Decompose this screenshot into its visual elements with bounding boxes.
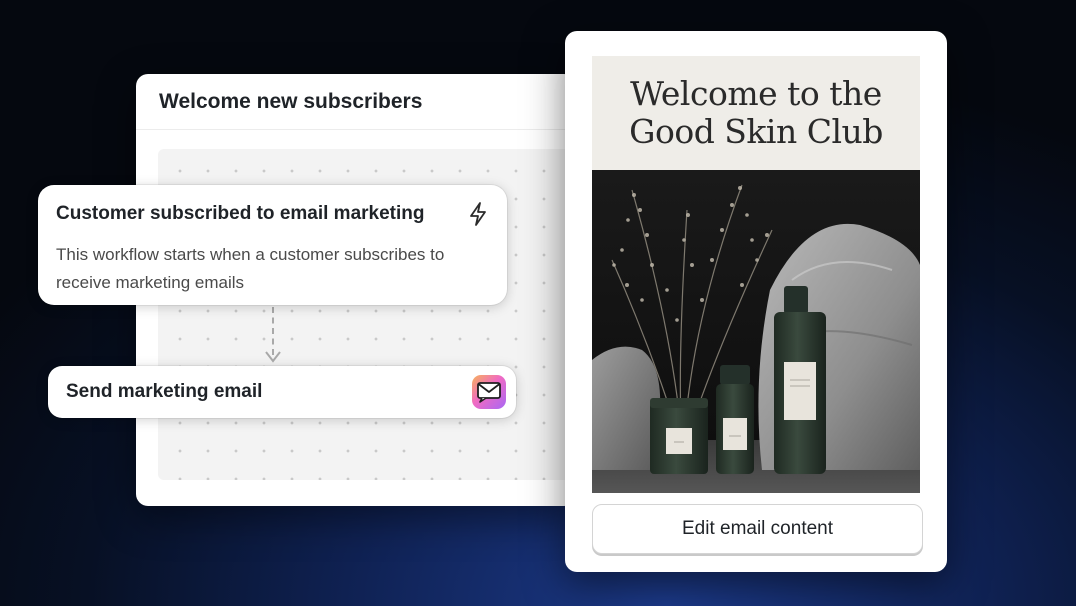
envelope-icon [477, 382, 501, 403]
action-label: Send marketing email [66, 381, 263, 402]
trigger-card[interactable]: Customer subscribed to email marketing T… [38, 185, 507, 305]
mail-app-icon [472, 375, 506, 409]
email-preview-panel: Welcome to the Good Skin Club Edit email… [565, 31, 947, 572]
email-headline: Welcome to the Good Skin Club [629, 75, 883, 151]
action-card[interactable]: Send marketing email [48, 366, 516, 418]
email-hero-image [592, 170, 920, 493]
bolt-icon [470, 202, 486, 226]
workflow-connector [272, 307, 274, 355]
email-header: Welcome to the Good Skin Club [592, 56, 920, 170]
email-headline-line-2: Good Skin Club [629, 112, 883, 151]
trigger-description: This workflow starts when a customer sub… [56, 245, 445, 292]
edit-email-content-button[interactable]: Edit email content [592, 504, 923, 554]
trigger-title: Customer subscribed to email marketing [56, 203, 425, 224]
workflow-title: Welcome new subscribers [136, 74, 576, 130]
email-headline-line-1: Welcome to the [630, 74, 882, 113]
chevron-down-icon [265, 351, 281, 363]
skincare-products-image [592, 170, 920, 493]
